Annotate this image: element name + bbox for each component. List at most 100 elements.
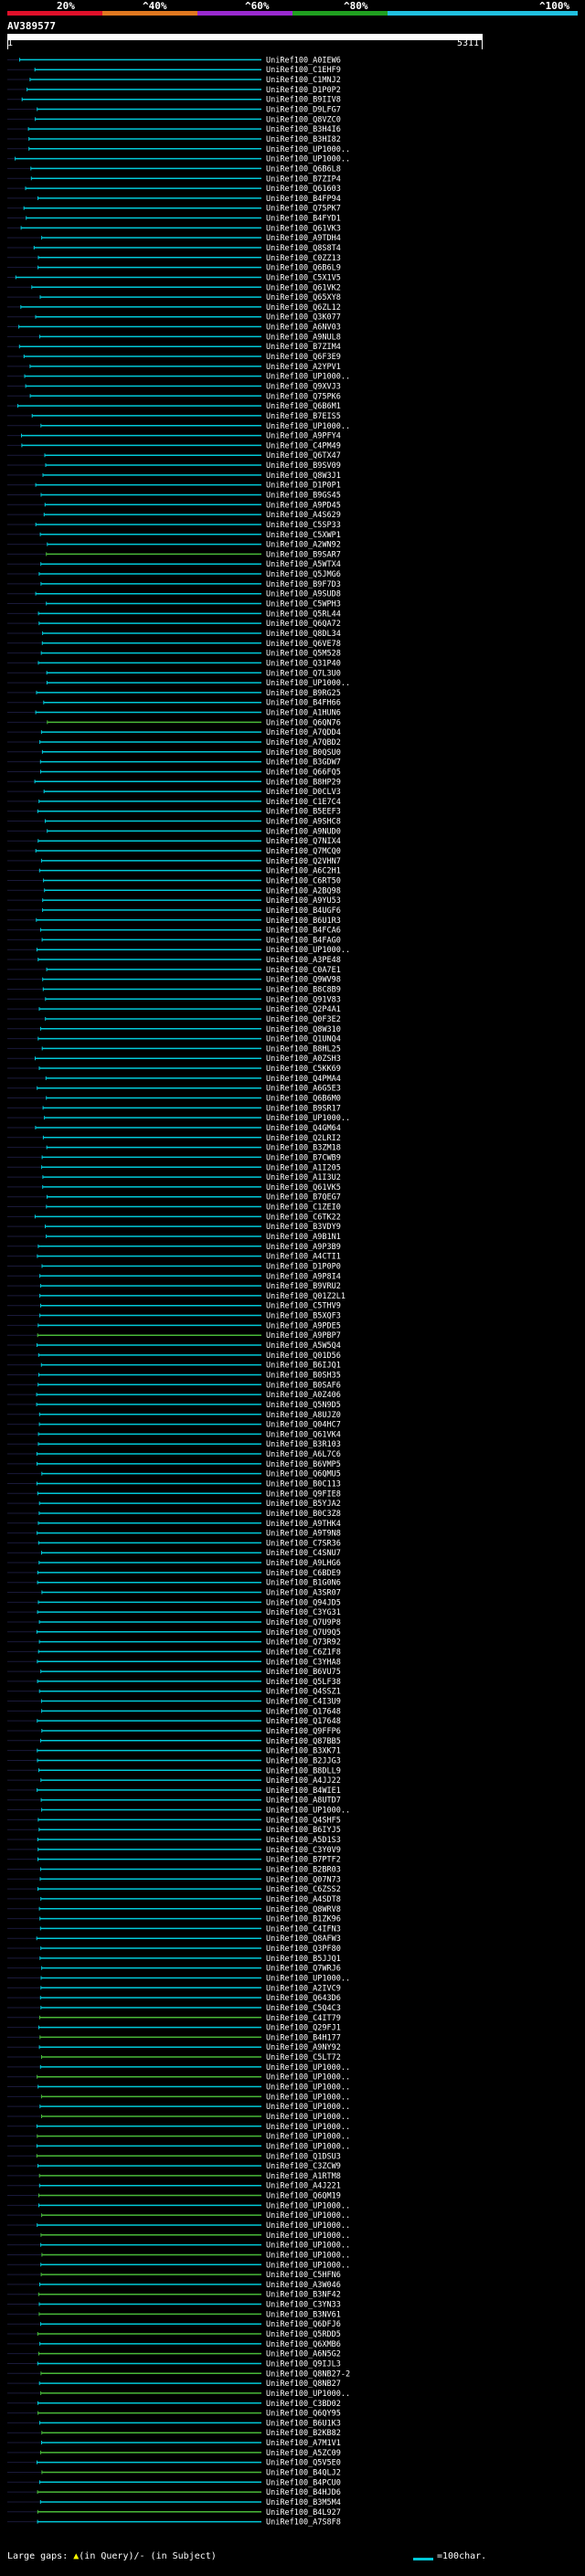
hit-row[interactable]: UniRef100_A9TDH4	[7, 234, 341, 243]
hit-row[interactable]: UniRef100_A0IEW6	[7, 56, 341, 65]
hit-row[interactable]: UniRef100_UP1000..	[7, 2073, 350, 2083]
hit-label[interactable]: UniRef100_Q8WRV8	[266, 1905, 341, 1914]
hit-label[interactable]: UniRef100_UP1000..	[266, 373, 350, 382]
hit-row[interactable]: UniRef100_B4FH66	[7, 699, 341, 708]
hit-label[interactable]: UniRef100_B0QSU0	[266, 748, 341, 758]
hit-label[interactable]: UniRef100_B6U1K3	[266, 2419, 341, 2428]
hit-label[interactable]: UniRef100_A0ZSH3	[266, 1055, 341, 1064]
hit-label[interactable]: UniRef100_D1P0P2	[266, 86, 341, 95]
hit-label[interactable]: UniRef100_C5X1V5	[266, 273, 341, 282]
hit-row[interactable]: UniRef100_D0CLV3	[7, 788, 341, 797]
hit-label[interactable]: UniRef100_A5WTX4	[266, 560, 341, 569]
hit-label[interactable]: UniRef100_B7ZIP4	[266, 175, 341, 184]
hit-label[interactable]: UniRef100_C6BDE9	[266, 1569, 341, 1578]
hit-label[interactable]: UniRef100_B3VDY9	[266, 1223, 341, 1232]
hit-row[interactable]: UniRef100_Q7L3U0	[7, 669, 341, 678]
hit-label[interactable]: UniRef100_C0ZZ13	[266, 254, 341, 263]
hit-label[interactable]: UniRef100_B4FH66	[266, 699, 341, 708]
hit-row[interactable]: UniRef100_Q6B6L8	[7, 164, 341, 174]
hit-row[interactable]: UniRef100_B8HP29	[7, 778, 341, 787]
hit-row[interactable]: UniRef100_Q6F3E9	[7, 353, 341, 362]
hit-label[interactable]: UniRef100_Q61603	[266, 185, 341, 194]
hit-label[interactable]: UniRef100_A6L7C6	[266, 1450, 341, 1459]
hit-row[interactable]: UniRef100_C3BD02	[7, 2400, 341, 2409]
hit-row[interactable]: UniRef100_B7PTF2	[7, 1856, 341, 1865]
hit-row[interactable]: UniRef100_Q94JD5	[7, 1598, 341, 1607]
hit-row[interactable]: UniRef100_A2BQ98	[7, 886, 341, 896]
hit-row[interactable]: UniRef100_B4L927	[7, 2508, 341, 2518]
hit-label[interactable]: UniRef100_Q4SSZ1	[266, 1688, 341, 1697]
hit-row[interactable]: UniRef100_B2BR03	[7, 1865, 341, 1874]
hit-row[interactable]: UniRef100_Q17648	[7, 1717, 341, 1726]
hit-row[interactable]: UniRef100_Q7MCQ0	[7, 847, 341, 856]
hit-row[interactable]: UniRef100_B3GDW7	[7, 758, 341, 768]
hit-row[interactable]: UniRef100_A9PD45	[7, 501, 341, 510]
hit-row[interactable]: UniRef100_C6RT50	[7, 876, 341, 885]
hit-row[interactable]: UniRef100_A2WN92	[7, 541, 341, 550]
hit-row[interactable]: UniRef100_Q1DSU3	[7, 2152, 341, 2161]
hit-row[interactable]: UniRef100_Q4PMA4	[7, 1075, 341, 1084]
hit-label[interactable]: UniRef100_Q5M528	[266, 650, 341, 659]
hit-row[interactable]: UniRef100_Q61VK4	[7, 1430, 341, 1439]
hit-label[interactable]: UniRef100_UP1000..	[266, 2123, 350, 2132]
hit-row[interactable]: UniRef100_UP1000..	[7, 2123, 350, 2132]
hit-label[interactable]: UniRef100_UP1000..	[266, 2073, 350, 2083]
hit-row[interactable]: UniRef100_UP1000..	[7, 2093, 350, 2102]
hit-row[interactable]: UniRef100_B3XK71	[7, 1747, 341, 1756]
hit-label[interactable]: UniRef100_Q73R92	[266, 1638, 341, 1648]
hit-label[interactable]: UniRef100_Q94JD5	[266, 1598, 341, 1607]
hit-label[interactable]: UniRef100_Q6QN76	[266, 718, 341, 727]
hit-row[interactable]: UniRef100_Q6QMU5	[7, 1470, 341, 1479]
hit-label[interactable]: UniRef100_C3YHA8	[266, 1658, 341, 1667]
hit-label[interactable]: UniRef100_Q2VHN7	[266, 857, 341, 866]
hit-label[interactable]: UniRef100_Q01D56	[266, 1352, 341, 1361]
hit-row[interactable]: UniRef100_UP1000..	[7, 2113, 350, 2122]
hit-row[interactable]: UniRef100_A5WTX4	[7, 560, 341, 569]
hit-row[interactable]: UniRef100_B6U1K3	[7, 2419, 341, 2428]
hit-label[interactable]: UniRef100_UP1000..	[266, 1114, 350, 1123]
hit-row[interactable]: UniRef100_UP1000..	[7, 2211, 350, 2221]
hit-row[interactable]: UniRef100_A9PBP7	[7, 1331, 341, 1341]
hit-label[interactable]: UniRef100_Q8VZC0	[266, 115, 341, 124]
hit-row[interactable]: UniRef100_B0SH35	[7, 1371, 341, 1380]
hit-label[interactable]: UniRef100_UP1000..	[266, 679, 350, 688]
hit-label[interactable]: UniRef100_B0C3Z8	[266, 1510, 341, 1519]
hit-row[interactable]: UniRef100_D1P0P1	[7, 482, 341, 491]
hit-row[interactable]: UniRef100_A4JJ22	[7, 1776, 341, 1786]
hit-label[interactable]: UniRef100_Q0F3E2	[266, 1015, 341, 1024]
hit-row[interactable]: UniRef100_C1EHF9	[7, 66, 341, 75]
hit-label[interactable]: UniRef100_C4IT79	[266, 2014, 341, 2023]
hit-row[interactable]: UniRef100_Q61603	[7, 185, 341, 194]
hit-label[interactable]: UniRef100_A3SR07	[266, 1589, 341, 1598]
hit-row[interactable]: UniRef100_A6G5E3	[7, 1085, 341, 1094]
hit-label[interactable]: UniRef100_A7M1V1	[266, 2439, 341, 2448]
hit-row[interactable]: UniRef100_A9SHC8	[7, 818, 341, 827]
hit-label[interactable]: UniRef100_B6IJQ1	[266, 1362, 341, 1371]
hit-label[interactable]: UniRef100_B6VU75	[266, 1668, 341, 1677]
hit-row[interactable]: UniRef100_Q3PF80	[7, 1945, 341, 1954]
hit-row[interactable]: UniRef100_B5XQF3	[7, 1312, 341, 1321]
hit-label[interactable]: UniRef100_B3XK71	[266, 1747, 341, 1756]
hit-row[interactable]: UniRef100_B5YJA2	[7, 1500, 341, 1509]
hit-label[interactable]: UniRef100_UP1000..	[266, 1974, 350, 1983]
hit-row[interactable]: UniRef100_A9PDE5	[7, 1321, 341, 1330]
hit-row[interactable]: UniRef100_Q61VK2	[7, 283, 341, 292]
hit-row[interactable]: UniRef100_Q73R92	[7, 1638, 341, 1648]
hit-row[interactable]: UniRef100_UP1000..	[7, 373, 350, 382]
hit-label[interactable]: UniRef100_A3PE48	[266, 956, 341, 965]
hit-row[interactable]: UniRef100_C5WPH3	[7, 600, 341, 610]
hit-label[interactable]: UniRef100_Q6QM19	[266, 2192, 341, 2201]
hit-row[interactable]: UniRef100_A3W046	[7, 2281, 341, 2290]
hit-row[interactable]: UniRef100_Q5M528	[7, 650, 341, 659]
hit-row[interactable]: UniRef100_B4FAG0	[7, 936, 341, 945]
hit-row[interactable]: UniRef100_B3HI82	[7, 135, 341, 144]
hit-row[interactable]: UniRef100_B5JJQ1	[7, 1955, 341, 1964]
hit-row[interactable]: UniRef100_B7CWB9	[7, 1153, 341, 1162]
hit-row[interactable]: UniRef100_B4FYD1	[7, 215, 341, 224]
hit-row[interactable]: UniRef100_B4FP94	[7, 195, 341, 204]
hit-row[interactable]: UniRef100_Q8NB27-2	[7, 2369, 350, 2379]
hit-row[interactable]: UniRef100_UP1000..	[7, 2221, 350, 2231]
hit-label[interactable]: UniRef100_A9NY92	[266, 2043, 341, 2052]
hit-row[interactable]: UniRef100_B9SV09	[7, 461, 341, 471]
hit-row[interactable]: UniRef100_B7EIS5	[7, 412, 341, 421]
